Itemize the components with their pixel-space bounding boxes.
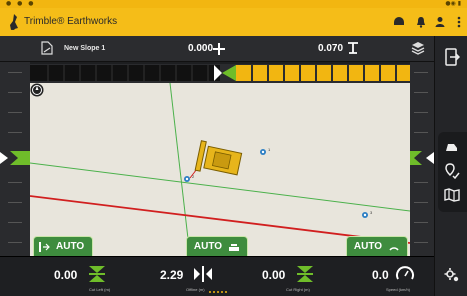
right-elevation-rail xyxy=(410,62,434,258)
target-elevation-value: 0.070 xyxy=(318,43,344,54)
page-indicator-dots xyxy=(209,291,227,293)
speed-label: Speed (km/h) xyxy=(386,287,411,292)
offline-value: 2.29 xyxy=(160,268,184,282)
machine-settings-icon[interactable] xyxy=(440,264,464,286)
right-on-grade-indicator-icon xyxy=(410,151,434,165)
right-blade-icon xyxy=(389,246,399,251)
design-name[interactable]: New Slope 1 xyxy=(64,43,105,55)
offline-label: Offline (m) xyxy=(186,287,205,292)
point-check-icon[interactable] xyxy=(440,160,464,182)
status-bar: 0.00 Cut Left (m) 2.29 Offline (m) 0.00 … xyxy=(0,256,434,296)
target-elevation-icon xyxy=(348,42,358,54)
center-auto-button[interactable]: AUTO xyxy=(186,236,248,256)
system-status-icons: ●◉ ▮ xyxy=(445,0,461,7)
left-blade-icon xyxy=(39,241,50,252)
point-label: 1 xyxy=(268,147,271,152)
lightbar-segments xyxy=(30,65,410,81)
right-auto-button[interactable]: AUTO xyxy=(346,236,408,256)
vertical-guide-line xyxy=(169,83,191,256)
map-point-marker xyxy=(362,212,368,218)
speedometer-icon xyxy=(396,266,414,280)
left-elevation-rail xyxy=(0,62,30,258)
account-icon[interactable] xyxy=(432,13,448,31)
map-point-marker xyxy=(260,149,266,155)
cross-slope-value: 0.000 xyxy=(188,43,214,54)
cut-left-label: Cut Left (m) xyxy=(89,287,111,292)
design-file-icon[interactable] xyxy=(41,41,53,55)
alert-icon[interactable] xyxy=(413,13,429,31)
left-on-grade-indicator-icon xyxy=(0,151,30,165)
app-title: Trimble® Earthworks xyxy=(24,16,118,27)
cut-left-value: 0.00 xyxy=(54,268,78,282)
right-side-panel xyxy=(434,36,467,296)
point-label: 3 xyxy=(370,210,373,215)
cut-right-value: 0.00 xyxy=(262,268,286,282)
left-auto-label: AUTO xyxy=(56,241,85,252)
right-auto-label: AUTO xyxy=(353,241,383,252)
cut-fill-icon xyxy=(89,266,105,282)
layers-icon[interactable] xyxy=(411,41,425,55)
point-label: 2 xyxy=(192,174,195,179)
system-status-bar: ● ● ● ●◉ ▮ xyxy=(0,0,467,8)
grade-lightbar xyxy=(30,64,410,83)
more-menu-icon[interactable] xyxy=(451,13,467,31)
machine-view-icon[interactable] xyxy=(440,136,464,158)
machine-icon xyxy=(194,140,243,176)
connection-icon[interactable] xyxy=(391,13,407,31)
map-view-icon[interactable] xyxy=(440,184,464,206)
center-auto-label: AUTO xyxy=(193,241,223,252)
excavator-logo-icon xyxy=(10,14,18,30)
center-mode-icon xyxy=(229,243,240,251)
map-point-marker xyxy=(184,176,190,182)
app-header: Trimble® Earthworks xyxy=(0,8,467,36)
compass-icon[interactable] xyxy=(30,83,44,97)
cut-fill-icon xyxy=(297,266,313,282)
cut-right-label: Cut Right (m) xyxy=(286,287,310,292)
offline-icon xyxy=(194,266,212,282)
plan-view-map[interactable]: 1 2 3 xyxy=(30,83,410,256)
exit-work-icon[interactable] xyxy=(440,46,464,68)
left-auto-button[interactable]: AUTO xyxy=(33,236,93,256)
cross-slope-icon xyxy=(213,43,225,55)
map-canvas: 1 2 3 xyxy=(30,83,410,256)
design-toolbar: New Slope 1 0.000 0.070 xyxy=(0,36,467,62)
system-notification-icons: ● ● ● xyxy=(6,0,36,7)
speed-value: 0.0 xyxy=(372,268,389,282)
